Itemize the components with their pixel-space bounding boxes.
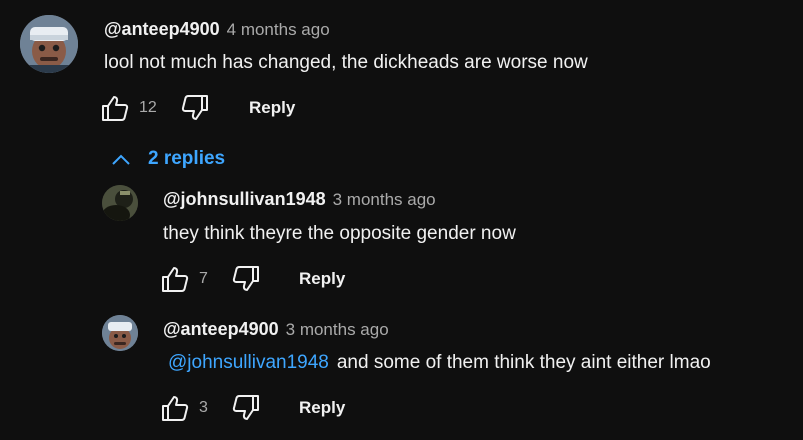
comment-thread: @anteep4900 4 months ago lool not much h…	[0, 0, 803, 140]
reply-author[interactable]: @johnsullivan1948	[163, 189, 326, 209]
thumbs-down-icon	[232, 395, 259, 420]
chevron-up-icon	[112, 154, 130, 165]
avatar[interactable]	[20, 15, 78, 73]
user-avatar-icon	[102, 315, 138, 351]
reply-button[interactable]: Reply	[299, 268, 345, 290]
comment-text: lool not much has changed, the dickheads…	[104, 52, 588, 73]
reply-timestamp[interactable]: 3 months ago	[333, 190, 436, 209]
reply-text-container: @johnsullivan1948 and some of them think …	[168, 351, 711, 375]
reply-actions: 7 Reply	[160, 264, 400, 294]
like-count: 3	[199, 399, 208, 416]
reply-header: @anteep4900 3 months ago	[163, 318, 389, 341]
reply-author[interactable]: @anteep4900	[163, 319, 279, 339]
comment-timestamp[interactable]: 4 months ago	[227, 20, 330, 39]
reply-timestamp[interactable]: 3 months ago	[286, 320, 389, 339]
like-button[interactable]	[160, 264, 190, 294]
user-avatar-icon	[102, 185, 138, 221]
reply-text: and some of them think they aint either …	[336, 352, 711, 373]
mention-link[interactable]: @johnsullivan1948	[168, 352, 329, 373]
reply-header: @johnsullivan1948 3 months ago	[163, 188, 436, 211]
user-avatar-icon	[20, 15, 78, 73]
like-count: 12	[139, 99, 157, 116]
reply-actions: 3 Reply	[160, 393, 400, 423]
dislike-button[interactable]	[231, 264, 261, 294]
reply-button[interactable]: Reply	[299, 397, 345, 419]
avatar[interactable]	[102, 185, 138, 221]
thumbs-down-icon	[181, 95, 208, 120]
replies-count-label: 2 replies	[148, 148, 226, 169]
avatar[interactable]	[102, 315, 138, 351]
like-button[interactable]	[100, 93, 130, 123]
dislike-button[interactable]	[180, 93, 210, 123]
thumbs-up-icon	[162, 396, 189, 421]
like-button[interactable]	[160, 393, 190, 423]
thumbs-up-icon	[102, 96, 129, 121]
thumbs-up-icon	[162, 267, 189, 292]
reply-item: @johnsullivan1948 3 months ago they thin…	[0, 180, 803, 305]
comment-header: @anteep4900 4 months ago	[104, 18, 330, 41]
reply-button[interactable]: Reply	[249, 97, 295, 119]
dislike-button[interactable]	[231, 393, 261, 423]
reply-item: @anteep4900 3 months ago @johnsullivan19…	[0, 310, 803, 435]
like-count: 7	[199, 270, 208, 287]
comment-author[interactable]: @anteep4900	[104, 19, 220, 39]
reply-text: they think theyre the opposite gender no…	[163, 223, 516, 244]
comment-actions: 12 Reply	[100, 93, 340, 123]
thumbs-down-icon	[232, 266, 259, 291]
